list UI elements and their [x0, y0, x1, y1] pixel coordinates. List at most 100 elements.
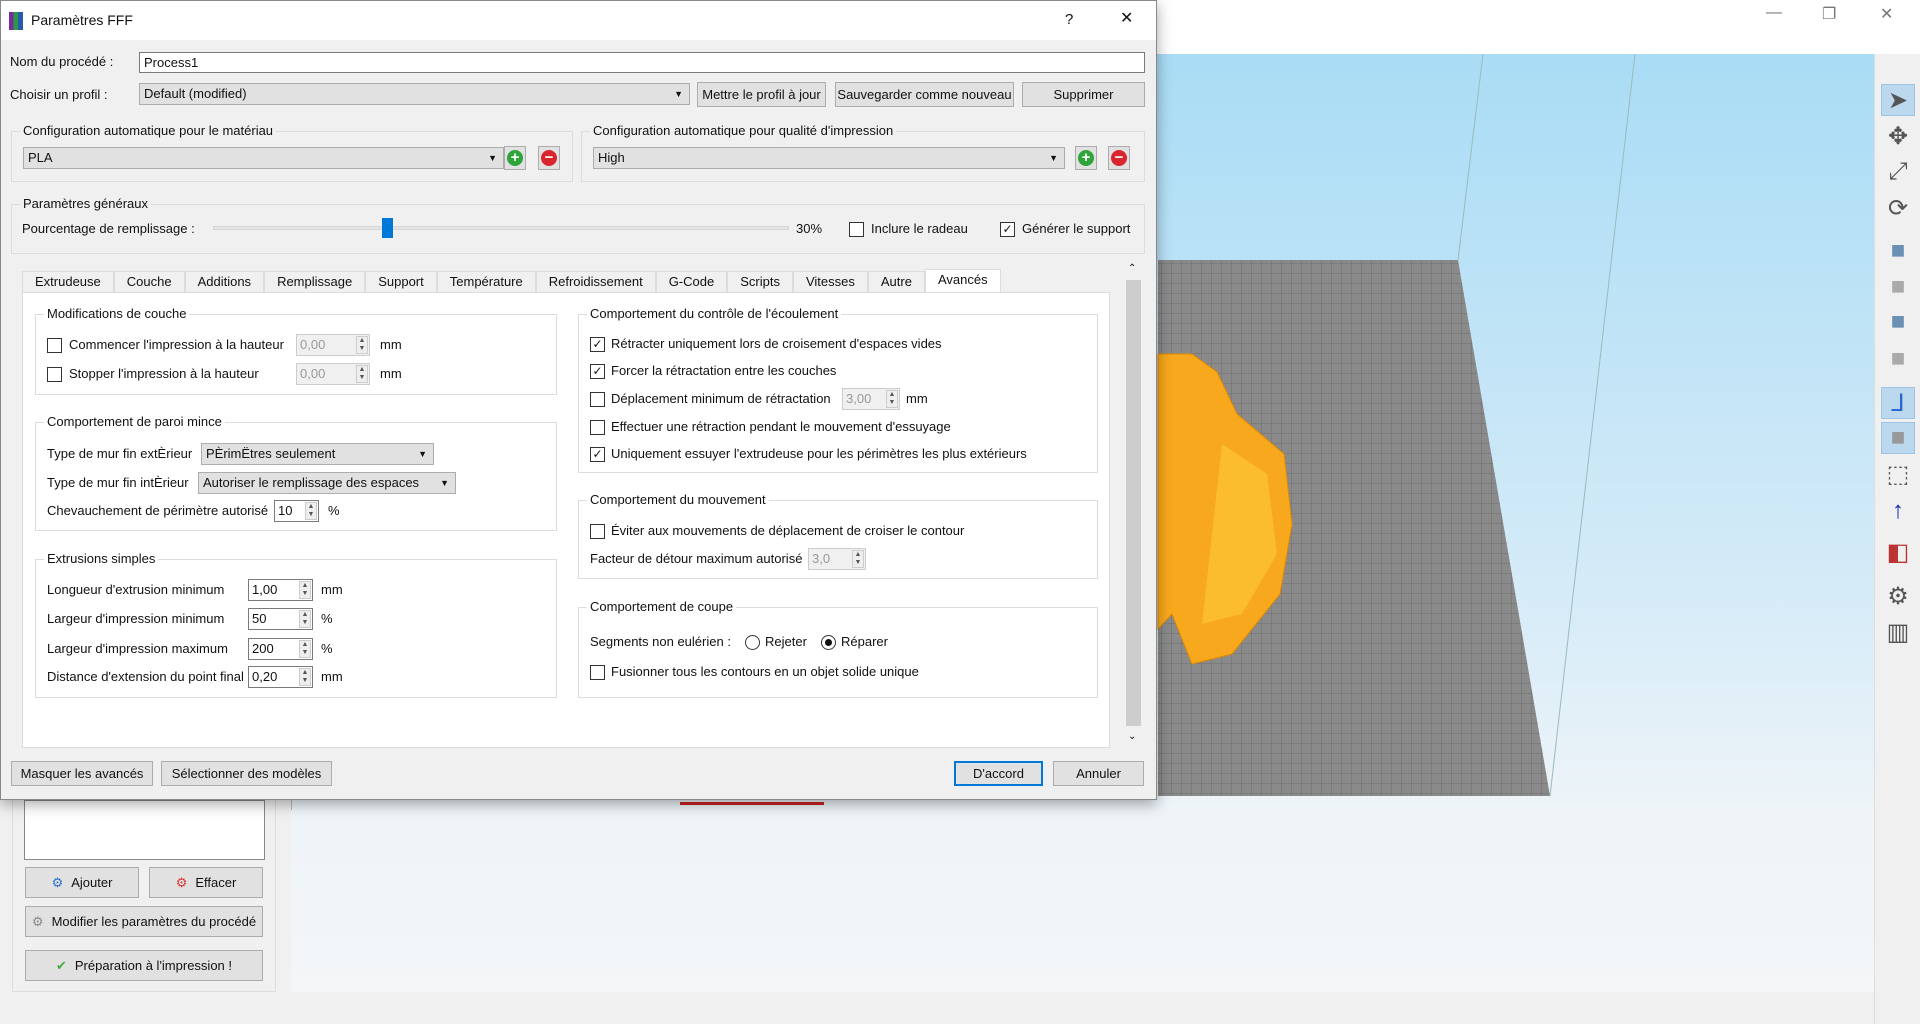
tab-autre[interactable]: Autre: [867, 271, 925, 293]
chevron-down-icon[interactable]: ⌄: [1128, 731, 1136, 742]
min-travel-checkbox[interactable]: [590, 392, 605, 407]
remove-material-button[interactable]: −: [538, 146, 560, 170]
flow-row-label: Déplacement minimum de rétractation: [611, 391, 831, 406]
overlap-unit: %: [328, 503, 340, 518]
object-list[interactable]: [24, 800, 265, 860]
tab-additions[interactable]: Additions: [184, 271, 265, 293]
help-button[interactable]: ?: [1065, 12, 1073, 28]
support-checkbox[interactable]: ✓: [1000, 222, 1015, 237]
scale-icon[interactable]: ⤢: [1881, 156, 1915, 188]
update-profile-button[interactable]: Mettre le profil à jour: [697, 82, 826, 107]
spin-arrows-icon[interactable]: ▲ ▼: [299, 581, 311, 599]
vertical-scrollbar[interactable]: ⌃ ⌄: [1124, 261, 1143, 750]
tab-refroidissement[interactable]: Refroidissement: [535, 271, 656, 293]
spin-arrows-icon[interactable]: ▲ ▼: [305, 502, 317, 520]
hide-advanced-button[interactable]: Masquer les avancés: [11, 761, 153, 786]
cube-top-icon[interactable]: ■: [1881, 271, 1915, 303]
view-toolbar: ➤ ✥ ⤢ ⟳ ■ ■ ■ ■ ⅃ ■ ⬚ ↑ ◧ ⚙ ▥: [1874, 54, 1920, 1024]
spin-arrows-icon[interactable]: ▲ ▼: [299, 668, 311, 686]
stop-height-spinbox[interactable]: 0,00 ▲ ▼: [296, 363, 370, 385]
rotate-icon[interactable]: ⟳: [1881, 192, 1915, 224]
cube-iso-icon[interactable]: ■: [1881, 343, 1915, 375]
wipe-outer-checkbox[interactable]: ✓: [590, 447, 605, 462]
delete-profile-button[interactable]: Supprimer: [1022, 82, 1145, 107]
gear-icon[interactable]: ⚙: [1881, 580, 1915, 612]
select-arrow-icon[interactable]: ➤: [1881, 84, 1915, 116]
spin-arrows-icon[interactable]: ▲ ▼: [299, 610, 311, 628]
row-label: Longueur d'extrusion minimum: [47, 582, 225, 597]
move-icon[interactable]: ✥: [1881, 120, 1915, 152]
min-print-width-spinbox[interactable]: 50 ▲ ▼: [248, 608, 313, 630]
stop-height-checkbox[interactable]: [47, 367, 62, 382]
spin-arrows-icon[interactable]: ▲ ▼: [356, 336, 368, 354]
retract-crossing-checkbox[interactable]: ✓: [590, 337, 605, 352]
spin-arrows-icon[interactable]: ▲ ▼: [852, 550, 864, 568]
infill-slider[interactable]: [213, 218, 789, 238]
quality-select[interactable]: High ▼: [593, 147, 1065, 169]
profile-select[interactable]: Default (modified) ▼: [139, 83, 690, 105]
min-travel-spinbox[interactable]: 3,00 ▲ ▼: [842, 388, 900, 410]
min-extrusion-length-spinbox[interactable]: 1,00 ▲ ▼: [248, 579, 313, 601]
add-gear-icon: ⚙: [51, 874, 64, 890]
tab-couche[interactable]: Couche: [113, 271, 185, 293]
process-name-input[interactable]: Process1: [139, 52, 1145, 73]
save-as-new-button[interactable]: Sauvegarder comme nouveau: [835, 82, 1014, 107]
add-button[interactable]: ⚙ Ajouter: [25, 867, 139, 898]
material-select[interactable]: PLA ▼: [23, 147, 504, 169]
unit-label: %: [321, 641, 333, 656]
tab-gcode[interactable]: G-Code: [655, 271, 728, 293]
remove-quality-button[interactable]: −: [1108, 146, 1130, 170]
app-close-button[interactable]: ✕: [1880, 4, 1893, 24]
merge-contours-checkbox[interactable]: [590, 665, 605, 680]
cube-side-icon[interactable]: ■: [1881, 306, 1915, 338]
raft-checkbox[interactable]: [849, 222, 864, 237]
cancel-button[interactable]: Annuler: [1053, 761, 1144, 786]
dialog-close-button[interactable]: ✕: [1120, 11, 1133, 27]
start-height-spinbox[interactable]: 0,00 ▲ ▼: [296, 334, 370, 356]
restore-button[interactable]: ❐: [1822, 4, 1836, 24]
tab-avances[interactable]: Avancés: [924, 269, 1001, 293]
outer-wall-select[interactable]: PÈrimËtres seulement ▼: [201, 443, 434, 465]
spin-arrows-icon[interactable]: ▲ ▼: [886, 390, 898, 408]
layer-mod-group: Modifications de couche Commencer l'impr…: [35, 306, 557, 395]
wipe-retract-checkbox[interactable]: [590, 420, 605, 435]
prepare-print-button[interactable]: ✔ Préparation à l'impression !: [25, 950, 263, 981]
force-retract-checkbox[interactable]: ✓: [590, 364, 605, 379]
infill-slider-handle[interactable]: [381, 218, 393, 238]
wireframe-icon[interactable]: ⬚: [1881, 458, 1915, 490]
chevron-up-icon[interactable]: ⌃: [1128, 263, 1136, 274]
scrollbar-thumb[interactable]: [1126, 280, 1141, 726]
section-cut-icon[interactable]: ◧: [1881, 536, 1915, 568]
tab-remplissage[interactable]: Remplissage: [264, 271, 366, 293]
cube-front-icon[interactable]: ■: [1881, 235, 1915, 267]
overlap-label: Chevauchement de périmètre autorisé: [47, 503, 269, 518]
axes-icon[interactable]: ⅃: [1881, 387, 1915, 419]
spin-value: 1,00: [252, 582, 278, 597]
add-quality-button[interactable]: +: [1075, 146, 1097, 170]
avoid-crossing-checkbox[interactable]: [590, 524, 605, 539]
repair-radio[interactable]: [821, 635, 836, 650]
tab-vitesses[interactable]: Vitesses: [792, 271, 868, 293]
tab-scripts[interactable]: Scripts: [727, 271, 793, 293]
start-height-checkbox[interactable]: [47, 338, 62, 353]
reject-radio[interactable]: [745, 635, 760, 650]
endpoint-extension-spinbox[interactable]: 0,20 ▲ ▼: [248, 666, 313, 688]
select-models-button[interactable]: Sélectionner des modèles: [161, 761, 332, 786]
tab-extrudeuse[interactable]: Extrudeuse: [22, 271, 114, 293]
ok-button[interactable]: D'accord: [954, 761, 1043, 786]
tab-support[interactable]: Support: [365, 271, 437, 293]
solid-view-icon[interactable]: ■: [1881, 422, 1915, 454]
detour-spinbox[interactable]: 3,0 ▲ ▼: [808, 548, 866, 570]
add-material-button[interactable]: +: [504, 146, 526, 170]
max-print-width-spinbox[interactable]: 200 ▲ ▼: [248, 638, 313, 660]
spin-arrows-icon[interactable]: ▲ ▼: [299, 640, 311, 658]
erase-button[interactable]: ⚙ Effacer: [149, 867, 263, 898]
modify-process-button[interactable]: ⚙ Modifier les paramètres du procédé: [25, 906, 263, 937]
supports-icon[interactable]: ▥: [1881, 616, 1915, 648]
normal-arrow-icon[interactable]: ↑: [1881, 495, 1915, 527]
inner-wall-select[interactable]: Autoriser le remplissage des espaces ▼: [198, 472, 456, 494]
minimize-button[interactable]: —: [1766, 4, 1782, 22]
overlap-spinbox[interactable]: 10 ▲ ▼: [274, 500, 319, 522]
tab-temperature[interactable]: Température: [436, 271, 536, 293]
spin-arrows-icon[interactable]: ▲ ▼: [356, 365, 368, 383]
